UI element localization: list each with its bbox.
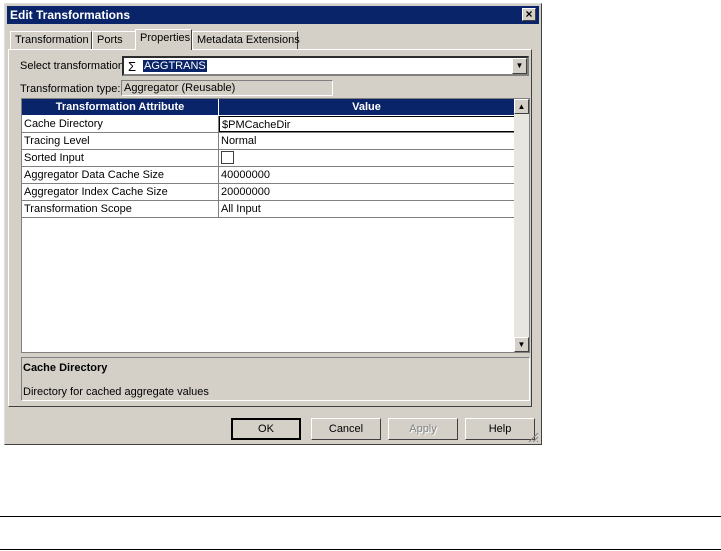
attr-cell: Tracing Level: [22, 133, 219, 149]
resize-grip-icon[interactable]: [528, 432, 539, 443]
close-button[interactable]: ×: [522, 8, 536, 21]
attribute-description-panel: Cache Directory Directory for cached agg…: [21, 357, 530, 401]
close-icon: ×: [525, 7, 533, 21]
description-title: Cache Directory: [23, 362, 108, 374]
chevron-down-icon[interactable]: ▼: [512, 58, 527, 74]
value-cell[interactable]: 40000000: [219, 167, 515, 183]
window-title: Edit Transformations: [10, 8, 131, 22]
divider: [0, 549, 721, 550]
transformation-type-label: Transformation type:: [20, 83, 121, 95]
description-text: Directory for cached aggregate values: [23, 386, 209, 398]
tab-transformation[interactable]: Transformation: [10, 31, 92, 49]
value-cell[interactable]: 20000000: [219, 184, 515, 200]
divider: [0, 516, 721, 517]
ok-button[interactable]: OK: [231, 418, 301, 440]
header-value[interactable]: Value: [219, 99, 515, 115]
scroll-up-icon[interactable]: ▲: [514, 99, 529, 114]
select-transformation-dropdown[interactable]: Σ AGGTRANS ▼: [122, 56, 529, 76]
selected-transformation-value: AGGTRANS: [143, 60, 207, 72]
properties-grid: Transformation Attribute Value Cache Dir…: [21, 98, 530, 353]
help-button[interactable]: Help: [465, 418, 535, 440]
table-row[interactable]: Aggregator Data Cache Size 40000000: [22, 167, 515, 184]
table-row[interactable]: Tracing Level Normal: [22, 133, 515, 150]
table-row[interactable]: Transformation Scope All Input: [22, 201, 515, 218]
transformation-type-value: Aggregator (Reusable): [121, 80, 333, 96]
value-cell[interactable]: All Input: [219, 201, 515, 217]
header-transformation-attribute[interactable]: Transformation Attribute: [22, 99, 219, 115]
attr-cell: Cache Directory: [22, 116, 219, 132]
table-row[interactable]: Aggregator Index Cache Size 20000000: [22, 184, 515, 201]
tab-metadata-extensions[interactable]: Metadata Extensions: [192, 31, 300, 49]
attr-cell: Aggregator Data Cache Size: [22, 167, 219, 183]
title-bar[interactable]: Edit Transformations ×: [7, 6, 539, 24]
select-transformation-label: Select transformation:: [20, 60, 127, 72]
sigma-icon: Σ: [128, 59, 137, 74]
tab-properties[interactable]: Properties: [135, 29, 192, 50]
scroll-down-icon[interactable]: ▼: [514, 337, 529, 352]
table-row[interactable]: Sorted Input: [22, 150, 515, 167]
attr-cell: Transformation Scope: [22, 201, 219, 217]
apply-button[interactable]: Apply: [388, 418, 458, 440]
sorted-input-checkbox[interactable]: [221, 150, 234, 164]
tab-ports[interactable]: Ports: [92, 31, 137, 49]
table-row[interactable]: Cache Directory $PMCacheDir: [22, 116, 515, 133]
value-cell: [219, 150, 515, 166]
value-input[interactable]: $PMCacheDir: [219, 116, 515, 132]
value-cell[interactable]: Normal: [219, 133, 515, 149]
cancel-button[interactable]: Cancel: [311, 418, 381, 440]
attr-cell: Sorted Input: [22, 150, 219, 166]
attr-cell: Aggregator Index Cache Size: [22, 184, 219, 200]
vertical-scrollbar[interactable]: ▲ ▼: [514, 99, 529, 352]
